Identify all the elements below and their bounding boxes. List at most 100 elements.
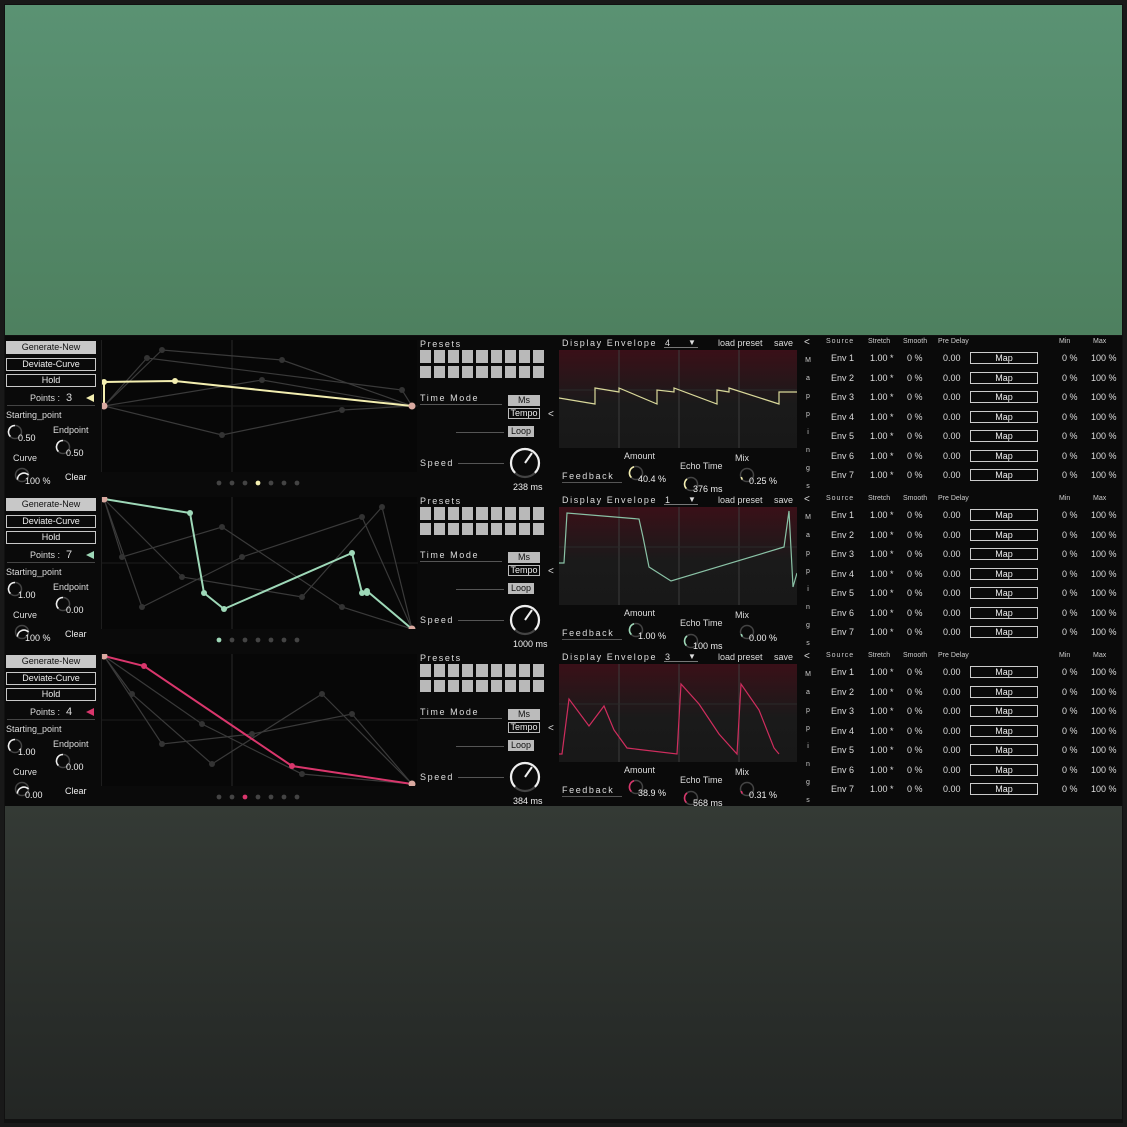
deviate-curve-button[interactable]: Deviate-Curve	[6, 672, 96, 685]
curve-point[interactable]	[221, 606, 227, 612]
preset-slot[interactable]	[476, 679, 488, 692]
preset-slot[interactable]	[490, 507, 502, 520]
preset-slot[interactable]	[518, 365, 530, 378]
preset-slot[interactable]	[420, 507, 432, 520]
loop-button[interactable]: Loop	[508, 583, 534, 594]
page-dot[interactable]	[294, 637, 300, 643]
preset-slot[interactable]	[532, 507, 544, 520]
preset-slot[interactable]	[490, 679, 502, 692]
page-dot[interactable]	[255, 794, 261, 800]
display-envelope-select[interactable]: 4 ▼	[664, 338, 698, 348]
map-button[interactable]: Map	[970, 763, 1038, 776]
load-preset-button[interactable]: load preset	[718, 338, 763, 348]
points-arrow-icon[interactable]	[85, 550, 95, 560]
page-dot[interactable]	[281, 480, 287, 486]
preset-grid[interactable]	[420, 664, 544, 692]
hold-button[interactable]: Hold	[6, 688, 96, 701]
preset-slot[interactable]	[476, 522, 488, 535]
preset-slot[interactable]	[532, 664, 544, 677]
map-button[interactable]: Map	[970, 626, 1038, 638]
preset-slot[interactable]	[462, 350, 474, 363]
preset-slot[interactable]	[518, 679, 530, 692]
preset-slot[interactable]	[448, 507, 460, 520]
ms-button[interactable]: Ms	[508, 395, 540, 406]
preset-slot[interactable]	[490, 350, 502, 363]
map-button[interactable]: Map	[970, 685, 1038, 698]
preset-slot[interactable]	[476, 664, 488, 677]
curve-editor-canvas[interactable]	[100, 652, 418, 788]
map-button[interactable]: Map	[970, 744, 1038, 756]
preset-slot[interactable]	[420, 365, 432, 378]
preset-slot[interactable]	[504, 522, 516, 535]
preset-grid[interactable]	[420, 350, 544, 378]
map-button[interactable]: Map	[970, 391, 1038, 403]
curve-page-dots[interactable]	[101, 635, 417, 645]
preset-slot[interactable]	[518, 664, 530, 677]
speed-knob[interactable]	[508, 603, 542, 637]
collapse-arrow[interactable]: <	[548, 723, 554, 734]
curve-point[interactable]	[201, 590, 207, 596]
speed-knob[interactable]	[508, 446, 542, 480]
clear-button[interactable]: Clear	[65, 786, 87, 796]
preset-slot[interactable]	[532, 350, 544, 363]
speed-knob[interactable]	[508, 760, 542, 794]
save-button[interactable]: save	[774, 495, 793, 505]
page-dot[interactable]	[216, 637, 222, 643]
preset-slot[interactable]	[448, 350, 460, 363]
preset-slot[interactable]	[434, 664, 446, 677]
map-button[interactable]: Map	[970, 548, 1038, 560]
preset-slot[interactable]	[462, 664, 474, 677]
curve-editor[interactable]	[100, 652, 418, 788]
preset-slot[interactable]	[462, 522, 474, 535]
points-value[interactable]: 3	[66, 392, 72, 404]
load-preset-button[interactable]: load preset	[718, 495, 763, 505]
map-button[interactable]: Map	[970, 666, 1038, 678]
page-dot[interactable]	[281, 637, 287, 643]
clear-button[interactable]: Clear	[65, 629, 87, 639]
preset-slot[interactable]	[434, 350, 446, 363]
generate-new-button[interactable]: Generate-New	[6, 655, 96, 668]
page-dot[interactable]	[255, 480, 261, 486]
tempo-button[interactable]: Tempo	[508, 565, 540, 576]
page-dot[interactable]	[242, 637, 248, 643]
page-dot[interactable]	[242, 794, 248, 800]
page-dot[interactable]	[268, 480, 274, 486]
mappings-collapse[interactable]: <	[804, 651, 810, 662]
deviate-curve-button[interactable]: Deviate-Curve	[6, 358, 96, 371]
preset-slot[interactable]	[532, 679, 544, 692]
collapse-arrow[interactable]: <	[548, 409, 554, 420]
ms-button[interactable]: Ms	[508, 552, 540, 563]
map-button[interactable]: Map	[970, 567, 1038, 580]
curve-point[interactable]	[141, 663, 147, 669]
map-button[interactable]: Map	[970, 352, 1038, 364]
page-dot[interactable]	[242, 480, 248, 486]
page-dot[interactable]	[294, 794, 300, 800]
map-button[interactable]: Map	[970, 705, 1038, 717]
page-dot[interactable]	[229, 480, 235, 486]
curve-point[interactable]	[364, 588, 370, 594]
preset-slot[interactable]	[476, 507, 488, 520]
map-button[interactable]: Map	[970, 606, 1038, 619]
preset-slot[interactable]	[420, 679, 432, 692]
mappings-collapse[interactable]: <	[804, 337, 810, 348]
preset-slot[interactable]	[518, 350, 530, 363]
preset-slot[interactable]	[420, 664, 432, 677]
preset-slot[interactable]	[434, 365, 446, 378]
preset-slot[interactable]	[476, 350, 488, 363]
map-button[interactable]: Map	[970, 430, 1038, 442]
curve-point[interactable]	[172, 378, 178, 384]
map-button[interactable]: Map	[970, 469, 1038, 481]
save-button[interactable]: save	[774, 652, 793, 662]
preset-slot[interactable]	[518, 522, 530, 535]
generate-new-button[interactable]: Generate-New	[6, 341, 96, 354]
curve-editor-canvas[interactable]	[100, 495, 418, 633]
curve-point[interactable]	[101, 379, 107, 385]
map-button[interactable]: Map	[970, 724, 1038, 737]
preset-slot[interactable]	[504, 679, 516, 692]
preset-slot[interactable]	[532, 365, 544, 378]
curve-editor-canvas[interactable]	[100, 340, 418, 472]
preset-slot[interactable]	[434, 679, 446, 692]
map-button[interactable]: Map	[970, 410, 1038, 423]
curve-point[interactable]	[289, 763, 295, 769]
loop-button[interactable]: Loop	[508, 426, 534, 437]
